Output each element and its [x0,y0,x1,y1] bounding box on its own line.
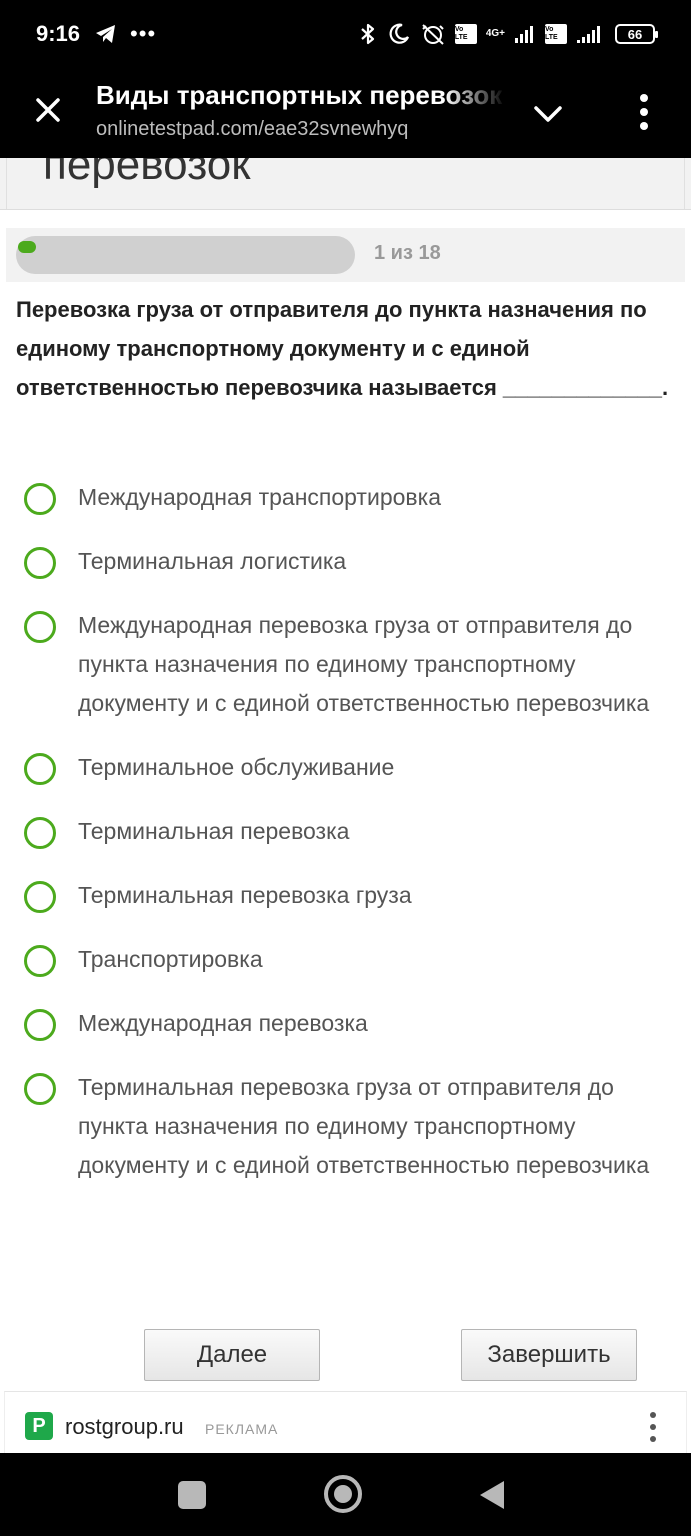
volte-icon: Vo LTE [454,24,477,44]
answer-label: Международная перевозка груза от отправи… [78,612,650,716]
browser-toolbar: Виды транспортных перевозок onlinetestpa… [0,68,691,158]
status-bar: 9:16 ••• Vo LTE 4G+ Vo LTE 66 [0,0,691,68]
answer-option[interactable]: Терминальное обслуживание [0,744,691,808]
radio-button[interactable] [24,817,56,849]
alarm-off-icon [422,24,444,45]
radio-button[interactable] [24,547,56,579]
answer-label: Транспортировка [78,946,263,972]
ad-label: РЕКЛАМА [205,1421,279,1437]
answer-options: Международная транспортировка Терминальн… [0,474,691,1206]
answer-option[interactable]: Терминальная перевозка груза от отправит… [0,1064,691,1206]
radio-button[interactable] [24,483,56,515]
network-type: 4G+ [485,28,505,39]
status-icons: Vo LTE 4G+ Vo LTE 66 [358,22,658,46]
radio-button[interactable] [24,611,56,643]
answer-label: Терминальная перевозка груза от отправит… [78,1074,650,1178]
answer-label: Международная перевозка [78,1010,368,1036]
answer-option[interactable]: Терминальная перевозка груза [0,872,691,936]
test-header-panel: перевозок [6,158,685,209]
battery-indicator: 66 [615,24,658,44]
more-notifications-icon: ••• [130,21,157,46]
answer-option[interactable]: Международная перевозка [0,1000,691,1064]
question-text: Перевозка груза от отправителя до пункта… [16,297,669,400]
home-icon[interactable] [324,1475,362,1513]
answer-option[interactable]: Международная перевозка груза от отправи… [0,602,691,744]
radio-button[interactable] [24,1073,56,1105]
recents-icon[interactable] [178,1481,206,1509]
page-title: Виды транспортных перевозок [96,80,503,110]
answer-label: Терминальное обслуживание [78,754,395,780]
ad-more-icon[interactable] [643,1410,663,1444]
signal-icon [515,26,533,43]
progress-track [16,236,355,274]
answer-label: Терминальная перевозка груза [78,882,412,908]
bluetooth-icon [361,23,374,45]
signal-icon-2 [577,26,600,43]
screen: 9:16 ••• Vo LTE 4G+ Vo LTE 66 Виды транс… [0,0,691,1536]
back-icon[interactable] [478,1479,506,1511]
page-url[interactable]: onlinetestpad.com/eae32svnewhyq [96,118,408,141]
answer-label: Терминальная логистика [78,548,347,574]
status-time: 9:16 [36,21,81,46]
ad-logo-icon: P [25,1412,53,1440]
progress-fill [18,241,36,253]
progress-label: 1 из 18 [374,242,441,264]
answer-option[interactable]: Транспортировка [0,936,691,1000]
radio-button[interactable] [24,1009,56,1041]
system-nav-bar [0,1453,691,1536]
answer-label: Терминальная перевозка [78,818,350,844]
chevron-down-icon[interactable] [530,96,566,132]
volte-icon-2: Vo LTE [545,24,567,44]
radio-button[interactable] [24,881,56,913]
answer-option[interactable]: Международная транспортировка [0,474,691,538]
more-vert-icon[interactable] [628,90,660,134]
telegram-icon [96,25,116,43]
answer-label: Международная транспортировка [78,484,441,510]
test-header: перевозок [0,158,691,210]
next-button[interactable]: Далее [144,1329,320,1381]
close-icon[interactable] [30,92,66,128]
answer-option[interactable]: Терминальная логистика [0,538,691,602]
moon-icon [389,23,409,44]
finish-button[interactable]: Завершить [461,1329,637,1381]
test-heading: перевозок [43,158,251,189]
ad-banner[interactable]: P rostgroup.ru РЕКЛАМА [4,1391,687,1453]
radio-button[interactable] [24,753,56,785]
progress-row: 1 из 18 [6,228,685,282]
radio-button[interactable] [24,945,56,977]
answer-option[interactable]: Терминальная перевозка [0,808,691,872]
ad-domain[interactable]: rostgroup.ru [65,1414,184,1440]
